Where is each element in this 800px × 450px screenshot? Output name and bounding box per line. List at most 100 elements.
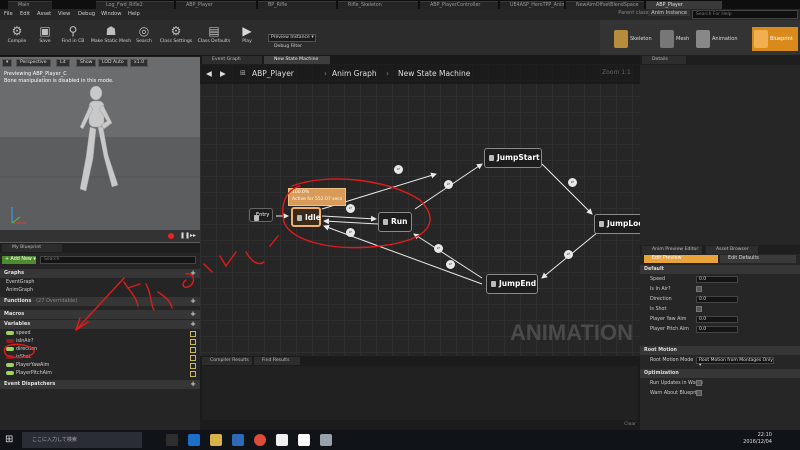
tab-bp-rifle[interactable]: BP_Rifle <box>258 1 336 9</box>
tab-anim-preview-editor[interactable]: Anim Preview Editor <box>642 246 702 254</box>
tab-rifle-skeleton[interactable]: Rifle_Skeleton <box>338 1 418 9</box>
add-function-icon[interactable]: + <box>190 297 196 306</box>
compile-button[interactable]: ⚙ Compile <box>0 22 34 54</box>
transition-rule-icon[interactable]: ⇄ <box>564 250 573 259</box>
event-dispatchers-section[interactable]: Event Dispatchers + <box>0 380 200 389</box>
state-node-run[interactable]: Run <box>378 212 412 232</box>
mode-blueprint[interactable]: Blueprint <box>752 27 798 51</box>
menu-debug[interactable]: Debug <box>78 10 95 19</box>
graph-item-animgraph[interactable]: AnimGraph <box>6 287 33 294</box>
edge-icon[interactable] <box>188 434 200 446</box>
tab-find-results[interactable]: Find Results <box>254 357 300 365</box>
my-blueprint-tab[interactable]: My Blueprint <box>2 244 62 252</box>
tab-abp-playercontroller[interactable]: ABP_PlayerController <box>420 1 498 9</box>
edit-preview-button[interactable]: Edit Preview <box>644 255 718 263</box>
chrome-icon[interactable] <box>254 434 266 446</box>
tab-compiler-results[interactable]: Compiler Results <box>202 357 252 365</box>
unreal-icon[interactable] <box>276 434 288 446</box>
transition-rule-icon[interactable]: ⇄ <box>444 180 453 189</box>
add-dispatcher-icon[interactable]: + <box>190 380 196 389</box>
class-defaults-button[interactable]: ▤ Class Defaults <box>196 22 232 54</box>
root-motion-section[interactable]: Root Motion <box>640 346 800 355</box>
store-icon[interactable] <box>232 434 244 446</box>
transition-rule-icon[interactable]: ⇄ <box>446 260 455 269</box>
transition-rule-icon[interactable]: ⇄ <box>346 228 355 237</box>
visibility-eye-icon[interactable] <box>190 331 196 337</box>
search-button[interactable]: ◎ Search <box>132 22 156 54</box>
tab-ue4asp-herotpp[interactable]: UE4ASP_HeroTPP_AnimBl <box>500 1 564 9</box>
menu-window[interactable]: Window <box>101 10 121 19</box>
macros-section[interactable]: Macros + <box>0 310 200 319</box>
prop-isinair-checkbox[interactable] <box>696 286 702 292</box>
visibility-eye-icon[interactable] <box>190 347 196 353</box>
prop-yawaim-input[interactable]: 0.0 <box>696 316 738 323</box>
show-button[interactable]: Show <box>76 59 97 67</box>
variable-playeryawaim[interactable]: PlayerYawAim <box>6 362 49 369</box>
menu-file[interactable]: File <box>4 10 13 19</box>
prop-pitchaim-input[interactable]: 0.0 <box>696 326 738 333</box>
warn-blueprint-checkbox[interactable] <box>696 390 702 396</box>
lit-button[interactable]: Lit <box>56 59 70 67</box>
root-motion-mode-select[interactable]: Root Motion from Montages Only ▾ <box>696 357 774 368</box>
windows-start-icon[interactable]: ⊞ <box>5 434 13 445</box>
mode-skeleton[interactable]: Skeleton <box>612 27 652 51</box>
mode-mesh[interactable]: Mesh <box>658 27 692 51</box>
find-in-cb-button[interactable]: ⚲ Find in CB <box>56 22 90 54</box>
lod-button[interactable]: LOD Auto <box>98 59 128 67</box>
next-frame-icon[interactable]: ▸▸ <box>190 232 196 239</box>
entry-node[interactable]: Entry <box>249 208 273 222</box>
visibility-eye-icon[interactable] <box>190 339 196 345</box>
visibility-eye-icon[interactable] <box>190 371 196 377</box>
class-settings-button[interactable]: ⚙ Class Settings <box>158 22 194 54</box>
prop-isshot-checkbox[interactable] <box>696 306 702 312</box>
state-node-jumpstart[interactable]: JumpStart <box>484 148 542 168</box>
transition-rule-icon[interactable]: ⇄ <box>434 244 443 253</box>
functions-section[interactable]: Functions (27 Overridable) + <box>0 297 200 306</box>
variable-speed[interactable]: speed <box>6 330 31 337</box>
tab-new-state-machine[interactable]: New State Machine <box>264 56 330 64</box>
variable-isinair[interactable]: isInAir? <box>6 338 33 345</box>
pause-icon[interactable]: ❚❚ <box>180 232 190 239</box>
taskbar-search-input[interactable]: ここに入力して検索 <box>22 432 142 448</box>
graph-item-eventgraph[interactable]: EventGraph <box>6 279 34 286</box>
visibility-eye-icon[interactable] <box>190 363 196 369</box>
details-tab[interactable]: Details <box>642 56 686 64</box>
state-node-jumpend[interactable]: JumpEnd <box>486 274 538 294</box>
add-new-button[interactable]: + Add New ▾ <box>2 256 36 264</box>
edit-defaults-button[interactable]: Edit Defaults <box>720 255 796 263</box>
optimization-section[interactable]: Optimization <box>640 369 800 378</box>
tab-newaimoffset[interactable]: NewAimOffsetBlendSpace <box>566 1 644 9</box>
explorer-icon[interactable] <box>210 434 222 446</box>
clear-button[interactable]: Clear <box>624 422 636 427</box>
tab-asset-browser[interactable]: Asset Browser <box>706 246 758 254</box>
record-icon[interactable] <box>168 233 174 239</box>
preview-viewport[interactable]: ▾ Perspective Lit Show LOD Auto x1.0 Pre… <box>0 57 200 243</box>
transition-rule-icon[interactable]: ⇄ <box>568 178 577 187</box>
transition-rule-icon[interactable]: ⇄ <box>346 204 355 213</box>
tab-abp-player-active[interactable]: ABP_Player <box>646 1 722 9</box>
transition-rule-icon[interactable]: ⇄ <box>394 165 403 174</box>
help-search-input[interactable]: Search For Help <box>692 10 798 19</box>
play-button[interactable]: ▶ Play <box>234 22 260 54</box>
taskbar-clock[interactable]: 22:10 2016/12/04 <box>743 432 772 446</box>
prop-speed-input[interactable]: 0.0 <box>696 276 738 283</box>
add-macro-icon[interactable]: + <box>190 310 196 319</box>
unreal-editor-icon[interactable] <box>298 434 310 446</box>
state-node-jumploop[interactable]: JumpLoop <box>594 214 640 234</box>
state-node-idle[interactable]: Idle <box>291 207 321 227</box>
tab-main[interactable]: Main <box>8 1 52 9</box>
menu-view[interactable]: View <box>58 10 70 19</box>
variables-section[interactable]: Variables + <box>0 320 200 329</box>
my-blueprint-search-input[interactable]: Search <box>40 256 196 264</box>
menu-edit[interactable]: Edit <box>20 10 30 19</box>
make-static-mesh-button[interactable]: ☗ Make Static Mesh <box>90 22 132 54</box>
variable-playerpitchaim[interactable]: PlayerPitchAim <box>6 370 52 377</box>
prop-direction-input[interactable]: 0.0 <box>696 296 738 303</box>
add-variable-icon[interactable]: + <box>190 320 196 329</box>
viewport-menu-button[interactable]: ▾ <box>2 59 13 67</box>
debug-object-select[interactable]: Preview Instance ▾ <box>268 34 316 42</box>
graphs-section[interactable]: Graphs + <box>0 269 200 278</box>
save-button[interactable]: ▣ Save <box>34 22 56 54</box>
menu-asset[interactable]: Asset <box>37 10 51 19</box>
tab-log-fwd-rifle2[interactable]: Log_Fwd_Rifle2 <box>96 1 174 9</box>
